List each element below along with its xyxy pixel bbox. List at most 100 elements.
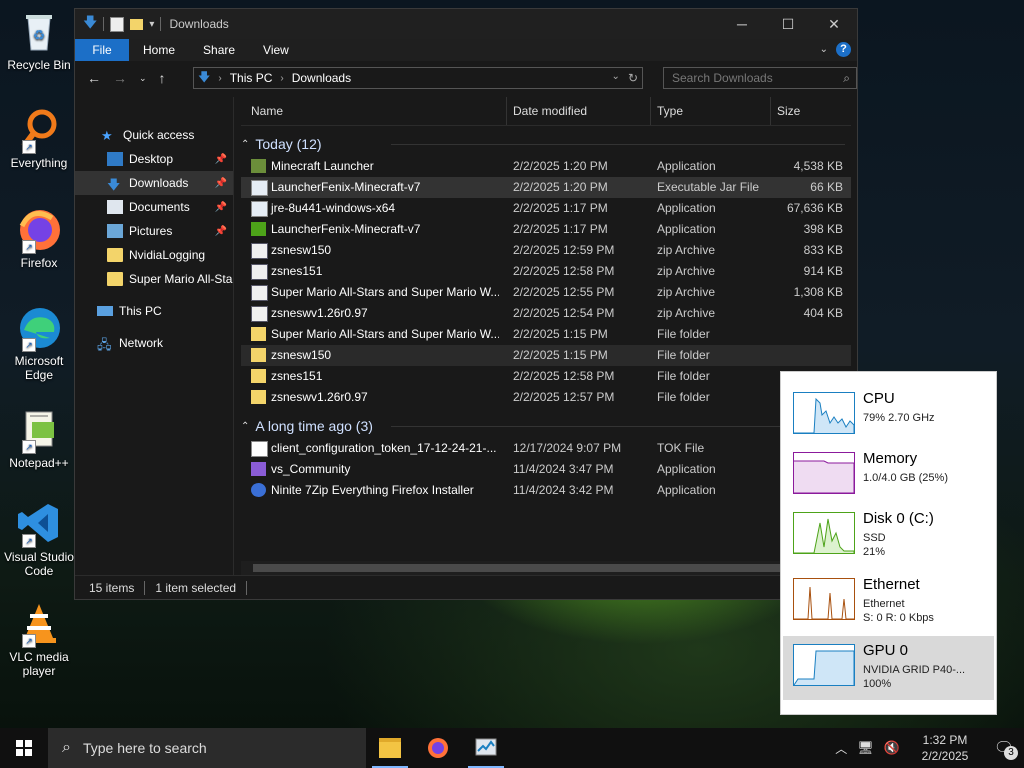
group-header[interactable]: ⌃ Today (12) (241, 132, 851, 156)
desktop-icon-vscode[interactable]: ↗ Visual Studio Code (2, 500, 76, 578)
refresh-icon[interactable]: ↻ (628, 71, 638, 85)
file-row[interactable]: jre-8u441-windows-x64 2/2/2025 1:17 PM App… (241, 198, 851, 219)
file-name: zsnes151 (249, 366, 499, 387)
breadcrumb-this-pc[interactable]: This PC (230, 71, 273, 85)
column-name[interactable]: Name (245, 97, 507, 125)
sidebar-item-nvidialogging[interactable]: NvidiaLogging (75, 243, 233, 267)
file-row[interactable]: Super Mario All-Stars and Super Mario W.… (241, 324, 851, 345)
address-bar[interactable]: 🡇 › This PC › Downloads ⌄ ↻ (193, 67, 643, 89)
back-arrow-icon[interactable]: ← (87, 70, 101, 86)
clock[interactable]: 1:32 PM 2/2/2025 (910, 732, 980, 764)
taskbar-search[interactable]: ⌕ Type here to search (48, 728, 366, 768)
network-status-icon[interactable]: 🖥 (857, 740, 874, 756)
volume-muted-icon[interactable]: 🔇 (884, 740, 900, 756)
file-row[interactable]: vs_Community 11/4/2024 3:47 PM Application (241, 459, 851, 480)
desktop-icon-everything[interactable]: ↗ Everything (2, 106, 76, 170)
expand-ribbon-icon[interactable]: ⌄ (820, 44, 828, 55)
up-arrow-icon[interactable]: ↑ (159, 70, 166, 86)
taskbar-file-explorer[interactable] (366, 728, 414, 768)
file-date: 2/2/2025 1:17 PM (513, 201, 608, 215)
forward-arrow-icon[interactable]: → (113, 70, 127, 86)
sidebar-item-network[interactable]: 🖧 Network (75, 331, 233, 355)
group-header[interactable]: ⌃ A long time ago (3) (241, 414, 851, 438)
file-date: 2/2/2025 1:15 PM (513, 327, 608, 341)
desktop-icon-notepad-plus-plus[interactable]: ↗ Notepad++ (2, 406, 76, 470)
show-hidden-icons-chevron-icon[interactable]: ︿ (835, 740, 847, 757)
maximize-button[interactable]: ☐ (765, 9, 811, 39)
pin-icon[interactable]: 📌 (215, 202, 227, 213)
file-icon (251, 441, 268, 457)
sidebar-item-pictures[interactable]: Pictures 📌 (75, 219, 233, 243)
properties-icon[interactable] (110, 16, 125, 32)
pin-icon[interactable]: 📌 (215, 178, 227, 189)
tab-share[interactable]: Share (189, 39, 249, 61)
pin-icon[interactable]: 📌 (215, 154, 227, 165)
file-row[interactable]: zsnes151 2/2/2025 12:58 PM File folder (241, 366, 851, 387)
perf-item-ethernet[interactable]: Ethernet Ethernet S: 0 R: 0 Kbps (783, 570, 994, 634)
sidebar-item-desktop[interactable]: Desktop 📌 (75, 147, 233, 171)
file-row[interactable]: LauncherFenix-Minecraft-v7 2/2/2025 1:20 … (241, 177, 851, 198)
close-button[interactable]: ✕ (811, 9, 857, 39)
desktop-icon-recycle-bin[interactable]: ♻ Recycle Bin (2, 8, 76, 72)
search-input[interactable] (670, 70, 834, 86)
start-button[interactable] (0, 728, 48, 768)
desktop-icon-vlc[interactable]: ↗ VLC media player (2, 600, 76, 678)
new-folder-icon[interactable] (130, 18, 144, 30)
file-row[interactable]: zsnesw150 2/2/2025 12:59 PM zip Archive 833… (241, 240, 851, 261)
pin-icon[interactable]: 📌 (215, 226, 227, 237)
sidebar-item-documents[interactable]: Documents 📌 (75, 195, 233, 219)
pictures-folder-icon (107, 224, 123, 238)
tab-file[interactable]: File (75, 39, 129, 61)
help-icon[interactable]: ? (836, 42, 851, 57)
navigation-pane: ★ Quick access Desktop 📌 🡇 Downloads 📌 D… (75, 97, 233, 575)
collapse-chevron-icon[interactable]: ⌃ (241, 139, 249, 150)
desktop-icon-edge[interactable]: ↗ Microsoft Edge (2, 304, 76, 382)
breadcrumb-downloads[interactable]: Downloads (292, 71, 351, 85)
minimize-button[interactable]: ─ (719, 9, 765, 39)
file-row[interactable]: zsneswv1.26r0.97 2/2/2025 12:54 PM zip Arc… (241, 303, 851, 324)
column-date-modified[interactable]: Date modified (507, 97, 651, 125)
sidebar-item-super-mario[interactable]: Super Mario All-Sta (75, 267, 233, 291)
file-explorer-window: 🡇 ▾ Downloads ─ ☐ ✕ File Home Share View… (74, 8, 858, 600)
perf-item-cpu[interactable]: CPU 79% 2.70 GHz (783, 384, 994, 448)
search-box[interactable]: ⌕ (663, 67, 857, 89)
tab-home[interactable]: Home (129, 39, 189, 61)
action-center-button[interactable]: 🗨 3 (990, 734, 1018, 762)
perf-item-gpu[interactable]: GPU 0 NVIDIA GRID P40-... 100% (783, 636, 994, 700)
tab-view[interactable]: View (249, 39, 303, 61)
sidebar-item-label: Super Mario All-Sta (129, 272, 233, 286)
horizontal-scrollbar[interactable] (241, 561, 851, 575)
sidebar-item-this-pc[interactable]: This PC (75, 299, 233, 323)
breadcrumb-chevron-icon: › (218, 72, 222, 84)
file-row[interactable]: client_configuration_token_17-12-24-21-.… (241, 438, 851, 459)
sidebar-item-downloads[interactable]: 🡇 Downloads 📌 (75, 171, 233, 195)
desktop-icon-firefox[interactable]: ↗ Firefox (2, 206, 76, 270)
sidebar-item-quick-access[interactable]: ★ Quick access (75, 123, 233, 147)
file-row[interactable]: Super Mario All-Stars and Super Mario W.… (241, 282, 851, 303)
file-row[interactable]: zsnes151 2/2/2025 12:58 PM zip Archive 914 … (241, 261, 851, 282)
desktop-icon-label: VLC media player (9, 650, 69, 678)
file-row[interactable]: zsneswv1.26r0.97 2/2/2025 12:57 PM File fo… (241, 387, 851, 408)
customize-qat-icon[interactable]: ▾ (149, 19, 154, 30)
recent-locations-chevron-icon[interactable]: ⌄ (139, 73, 147, 84)
file-row[interactable]: Ninite 7Zip Everything Firefox Installer… (241, 480, 851, 501)
desktop-icon-label: Everything (10, 156, 68, 170)
column-size[interactable]: Size (771, 97, 847, 125)
window-title: Downloads (169, 17, 229, 31)
address-dropdown-icon[interactable]: ⌄ (612, 71, 620, 85)
file-row[interactable]: Minecraft Launcher 2/2/2025 1:20 PM Applic… (241, 156, 851, 177)
file-row[interactable]: LauncherFenix-Minecraft-v7 2/2/2025 1:17 … (241, 219, 851, 240)
collapse-chevron-icon[interactable]: ⌃ (241, 421, 249, 432)
perf-item-disk[interactable]: Disk 0 (C:) SSD 21% (783, 504, 994, 568)
scrollbar-thumb[interactable] (253, 564, 793, 572)
file-row[interactable]: zsnesw150 2/2/2025 1:15 PM File folder (241, 345, 851, 366)
column-type[interactable]: Type (651, 97, 771, 125)
perf-detail: 21% (863, 546, 886, 558)
clock-time: 1:32 PM (922, 733, 968, 747)
perf-item-memory[interactable]: Memory 1.0/4.0 GB (25%) (783, 444, 994, 508)
taskbar-task-manager[interactable] (462, 728, 510, 768)
shortcut-arrow-icon: ↗ (22, 534, 36, 548)
shortcut-arrow-icon: ↗ (22, 634, 36, 648)
performance-popup: CPU 79% 2.70 GHz Memory 1.0/4.0 GB (25%)… (780, 371, 997, 715)
taskbar-firefox[interactable] (414, 728, 462, 768)
